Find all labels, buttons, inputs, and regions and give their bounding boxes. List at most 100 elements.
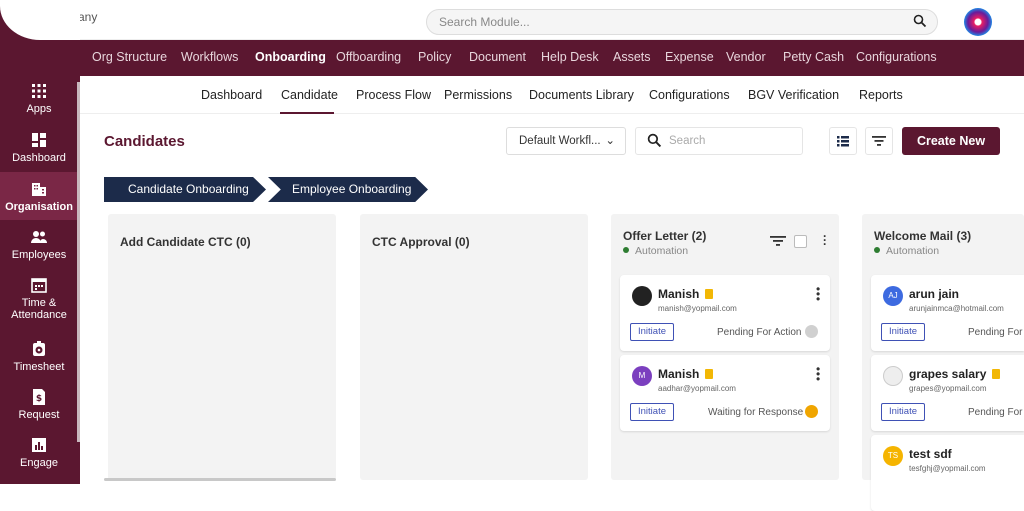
avatar: AJ (883, 286, 903, 306)
grid-icon (32, 84, 46, 98)
tab-candidate[interactable]: Candidate (281, 88, 338, 102)
clock-icon (805, 405, 818, 418)
initiate-button[interactable]: Initiate (881, 403, 925, 421)
sidebar-item-employees[interactable]: Employees (0, 228, 78, 261)
status-dot (874, 247, 880, 253)
page-title: Candidates (104, 133, 185, 150)
stage-candidate-onboarding[interactable]: Candidate Onboarding (104, 177, 266, 202)
nav-document[interactable]: Document (469, 50, 526, 64)
initiate-button[interactable]: Initiate (881, 323, 925, 341)
people-icon (31, 231, 47, 243)
filter-button[interactable] (865, 127, 893, 155)
column-welcome-mail: Welcome Mail (3) Automation AJ arun jain… (862, 214, 1024, 511)
more-options-icon[interactable]: • • • (816, 283, 820, 305)
candidate-card[interactable]: AJ arun jain arunjainmca@hotmail.com Ini… (871, 275, 1024, 351)
panda-avatar (883, 366, 903, 386)
column-more-icon[interactable]: · · · (823, 230, 827, 250)
more-options-icon[interactable]: • • • (816, 363, 820, 385)
tab-bgv-verification[interactable]: BGV Verification (748, 88, 839, 102)
active-tab-indicator (280, 112, 334, 114)
tab-dashboard[interactable]: Dashboard (201, 88, 262, 102)
status-text: Pending For A (968, 327, 1024, 338)
column-offer-letter: Offer Letter (2) Automation · · · Manish m… (611, 214, 839, 480)
search-icon (913, 14, 927, 28)
column-title: Add Candidate CTC (0) (120, 235, 251, 249)
tab-permissions[interactable]: Permissions (444, 88, 512, 102)
sidebar-item-organisation[interactable]: Organisation (0, 172, 78, 220)
tab-documents-library[interactable]: Documents Library (529, 88, 634, 102)
nav-expense[interactable]: Expense (665, 50, 714, 64)
filter-icon[interactable] (770, 235, 786, 247)
module-search-input[interactable]: Search Module... (426, 9, 938, 35)
sidebar-scrollbar[interactable] (77, 82, 80, 442)
filter-icon (872, 136, 886, 146)
column-title: Welcome Mail (3) (874, 229, 972, 243)
candidate-card[interactable]: grapes salary grapes@yopmail.com Initiat… (871, 355, 1024, 431)
status-text: Pending For A (968, 407, 1024, 418)
tab-process-flow[interactable]: Process Flow (356, 88, 431, 102)
sidebar-item-engage[interactable]: Engage (0, 436, 78, 469)
dashboard-icon (32, 133, 46, 147)
nav-org-structure[interactable]: Org Structure (92, 50, 167, 64)
chart-icon (32, 438, 46, 452)
sidebar-item-dashboard[interactable]: Dashboard (0, 131, 78, 164)
nav-petty-cash[interactable]: Petty Cash (783, 50, 844, 64)
sub-nav: Dashboard Candidate Process Flow Permiss… (80, 76, 1024, 114)
stage-employee-onboarding[interactable]: Employee Onboarding (268, 177, 428, 202)
calendar-icon (31, 278, 47, 293)
list-icon (837, 136, 849, 147)
nav-policy[interactable]: Policy (418, 50, 451, 64)
svg-text:$: $ (36, 394, 42, 404)
candidate-card[interactable]: Manish manish@yopmail.com • • • Initiate P… (620, 275, 830, 351)
nav-offboarding[interactable]: Offboarding (336, 50, 401, 64)
list-view-button[interactable] (829, 127, 857, 155)
initiate-button[interactable]: Initiate (630, 403, 674, 421)
status-text: Waiting for Response (708, 407, 804, 418)
clock-icon (33, 341, 45, 356)
nav-vendor[interactable]: Vendor (726, 50, 766, 64)
sidebar: Apps Dashboard Organisation Employees Ti… (0, 40, 80, 484)
nav-assets[interactable]: Assets (613, 50, 651, 64)
tab-configurations[interactable]: Configurations (649, 88, 730, 102)
document-icon (992, 369, 1001, 379)
check-circle-icon (805, 325, 818, 338)
column-title: Offer Letter (2) (623, 229, 707, 243)
column-add-candidate-ctc: Add Candidate CTC (0) (108, 214, 336, 480)
workflow-select[interactable]: Default Workfl... ⌄ (506, 127, 626, 155)
nav-help-desk[interactable]: Help Desk (541, 50, 599, 64)
brand-corner (0, 0, 80, 40)
user-avatar[interactable] (964, 8, 992, 36)
candidate-search-input[interactable]: Search (635, 127, 803, 155)
initiate-button[interactable]: Initiate (630, 323, 674, 341)
nav-onboarding[interactable]: Onboarding (255, 50, 326, 64)
status-text: Pending For Action (717, 327, 802, 338)
sidebar-item-request[interactable]: $ Request (0, 388, 78, 421)
sidebar-item-apps[interactable]: Apps (0, 82, 78, 115)
horizontal-scrollbar[interactable] (104, 478, 336, 481)
document-icon (705, 369, 714, 379)
avatar (632, 286, 652, 306)
top-bar: Company Search Module... (0, 0, 1024, 40)
nav-workflows[interactable]: Workflows (181, 50, 238, 64)
select-all-checkbox[interactable] (794, 235, 807, 248)
main-nav: Org Structure Workflows Onboarding Offbo… (80, 40, 1024, 76)
column-title: CTC Approval (0) (372, 235, 470, 249)
automation-label: Automation (623, 245, 688, 257)
status-dot (623, 247, 629, 253)
automation-label: Automation (874, 245, 939, 257)
sidebar-item-timesheet[interactable]: Timesheet (0, 340, 78, 373)
chevron-down-icon: ⌄ (605, 135, 615, 147)
search-icon (647, 133, 662, 148)
nav-configurations[interactable]: Configurations (856, 50, 937, 64)
building-icon (32, 183, 46, 196)
column-ctc-approval: CTC Approval (0) (360, 214, 588, 480)
dollar-doc-icon: $ (33, 389, 45, 405)
avatar: M (632, 366, 652, 386)
candidate-card[interactable]: TS test sdf tesfghj@yopmail.com (871, 435, 1024, 511)
candidate-card[interactable]: M Manish aadhar@yopmail.com • • • Initiate… (620, 355, 830, 431)
tab-reports[interactable]: Reports (859, 88, 903, 102)
create-new-button[interactable]: Create New (902, 127, 1000, 155)
document-icon (705, 289, 714, 299)
sidebar-item-time-attendance[interactable]: Time & Attendance (0, 276, 78, 321)
avatar: TS (883, 446, 903, 466)
